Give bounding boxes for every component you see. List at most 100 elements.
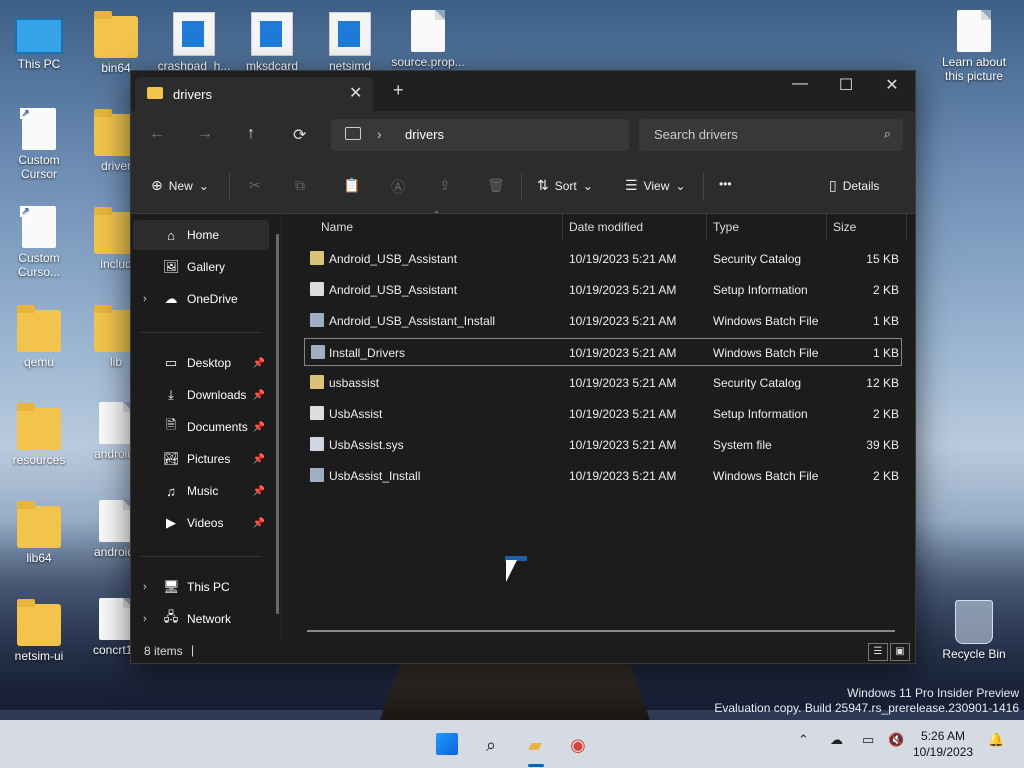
column-header-date[interactable]: Date modified (569, 220, 643, 234)
system-file-icon (310, 437, 324, 451)
copy-button[interactable]: ⧉ (295, 177, 305, 194)
rename-icon: Ⓐ (391, 179, 405, 195)
chevron-right-icon[interactable]: › (377, 126, 382, 142)
column-header-size[interactable]: Size (833, 220, 856, 234)
nav-item-videos[interactable]: ▶ Videos 📌 (133, 508, 269, 538)
table-row-selected[interactable]: Install_Drivers 10/19/2023 5:21 AM Windo… (304, 338, 902, 366)
column-divider[interactable] (562, 214, 563, 240)
nav-item-this-pc[interactable]: › 🖥 This PC (133, 572, 269, 602)
pin-icon[interactable]: 📌 (253, 422, 265, 433)
pin-icon[interactable]: 📌 (253, 454, 265, 465)
refresh-button[interactable]: ⟳ (293, 125, 306, 145)
close-button[interactable]: ✕ (869, 75, 915, 95)
rename-button[interactable]: Ⓐ (391, 177, 405, 197)
chrome-taskbar-button[interactable]: ◉ (563, 730, 593, 760)
desktop-icon-lib64[interactable]: lib64 (1, 501, 77, 565)
divider (521, 173, 522, 201)
desktop-icon-learn-about-picture[interactable]: Learn about this picture (936, 10, 1012, 83)
minimize-button[interactable]: — (777, 75, 823, 93)
chevron-right-icon[interactable]: › (143, 293, 147, 305)
desktop-icon-netsim-ui[interactable]: netsim-ui (1, 599, 77, 663)
file-explorer-taskbar-button[interactable]: ▰ (520, 730, 550, 760)
nav-item-desktop[interactable]: ▭ Desktop 📌 (133, 348, 269, 378)
details-view-button[interactable]: ☰ (868, 643, 888, 661)
onedrive-tray-icon[interactable]: ☁ (830, 732, 843, 748)
nav-item-downloads[interactable]: ⤓ Downloads 📌 (133, 380, 269, 410)
pin-icon[interactable]: 📌 (253, 390, 265, 401)
table-row[interactable]: UsbAssist_Install 10/19/2023 5:21 AM Win… (304, 462, 902, 490)
tab-close-icon[interactable]: ✕ (349, 83, 362, 103)
large-icons-view-button[interactable]: ▣ (890, 643, 910, 661)
column-divider[interactable] (826, 214, 827, 240)
new-tab-button[interactable]: + (393, 80, 404, 101)
nav-item-gallery[interactable]: 🖼 Gallery (133, 252, 269, 282)
nav-item-pictures[interactable]: 🏞 Pictures 📌 (133, 444, 269, 474)
security-catalog-icon (310, 375, 324, 389)
document-icon (411, 10, 445, 52)
taskbar-clock[interactable]: 5:26 AM 10/19/2023 (913, 728, 973, 760)
table-row[interactable]: usbassist 10/19/2023 5:21 AM Security Ca… (304, 369, 902, 397)
videos-icon: ▶ (166, 515, 176, 530)
details-pane-button[interactable]: ▯ Details (829, 177, 879, 194)
search-input[interactable]: Search drivers ⌕ (639, 119, 903, 151)
paste-button[interactable]: 📋 (343, 177, 360, 194)
network-tray-icon[interactable]: ▭ (862, 732, 874, 748)
show-hidden-icons-button[interactable]: ⌃ (798, 732, 809, 748)
pin-icon[interactable]: 📌 (253, 486, 265, 497)
desktop-icon-custom-cursor-2[interactable]: Custom Curso... (1, 206, 77, 279)
pin-icon[interactable]: 📌 (253, 518, 265, 529)
sort-button[interactable]: ⇅ Sort ⌄ (537, 177, 593, 194)
desktop-icon-source-prop[interactable]: source.prop... (390, 10, 466, 69)
desktop-icon-bin64[interactable]: bin64 (78, 11, 154, 75)
sort-up-icon: ⌃ (433, 210, 440, 219)
nav-item-network[interactable]: › 🖧 Network (133, 604, 269, 634)
desktop-icon-custom-cursor[interactable]: Custom Cursor (1, 108, 77, 181)
desktop-icon-netsimd[interactable]: netsimd (312, 12, 388, 73)
back-button[interactable]: ← (149, 125, 165, 143)
new-button[interactable]: ⊕ New ⌄ (151, 177, 209, 194)
nav-item-onedrive[interactable]: › ☁ OneDrive (133, 284, 269, 314)
see-more-button[interactable]: ••• (719, 177, 732, 191)
desktop-icon-qemu[interactable]: qemu (1, 305, 77, 369)
table-row[interactable]: Android_USB_Assistant 10/19/2023 5:21 AM… (304, 276, 902, 304)
desktop-icon-mksdcard[interactable]: mksdcard (234, 12, 310, 73)
search-taskbar-button[interactable]: ⌕ (476, 730, 506, 760)
folder-icon (17, 403, 61, 450)
table-row[interactable]: Android_USB_Assistant 10/19/2023 5:21 AM… (304, 245, 902, 273)
cut-button[interactable]: ✂ (249, 177, 261, 194)
start-button[interactable] (436, 733, 458, 755)
volume-muted-icon[interactable]: 🔇 (888, 732, 904, 748)
column-header-name[interactable]: Name (321, 220, 353, 234)
address-bar-area: ← → ↑ ⟳ › drivers Search drivers ⌕ (131, 111, 915, 159)
pin-icon[interactable]: 📌 (253, 358, 265, 369)
nav-item-home[interactable]: ⌂ Home (133, 220, 269, 250)
nav-item-documents[interactable]: 🗎 Documents 📌 (133, 412, 269, 442)
share-button[interactable]: ⇪ (439, 177, 451, 194)
nav-item-music[interactable]: ♫ Music 📌 (133, 476, 269, 506)
column-divider[interactable] (906, 214, 907, 240)
documents-icon: 🗎 (165, 417, 177, 432)
horizontal-scrollbar[interactable] (307, 630, 895, 632)
column-header-type[interactable]: Type (713, 220, 739, 234)
up-button[interactable]: ↑ (247, 125, 255, 143)
address-bar[interactable]: › drivers (331, 119, 629, 151)
table-row[interactable]: Android_USB_Assistant_Install 10/19/2023… (304, 307, 902, 335)
chevron-right-icon[interactable]: › (143, 581, 147, 593)
desktop-icon-this-pc[interactable]: This PC (1, 12, 77, 71)
table-row[interactable]: UsbAssist.sys 10/19/2023 5:21 AM System … (304, 431, 902, 459)
tab-drivers[interactable]: drivers ✕ (135, 77, 373, 111)
forward-button[interactable]: → (197, 125, 213, 143)
desktop-icon-resources[interactable]: resources (1, 403, 77, 467)
column-divider[interactable] (706, 214, 707, 240)
notification-bell-icon[interactable]: 🔔 (988, 732, 1004, 748)
view-button[interactable]: ☰ View ⌄ (625, 177, 685, 194)
breadcrumb[interactable]: drivers (405, 127, 444, 142)
chevron-right-icon[interactable]: › (143, 613, 147, 625)
nav-scrollbar[interactable] (276, 234, 279, 614)
desktop-icon-recycle-bin[interactable]: Recycle Bin (936, 600, 1012, 661)
desktop-icon-crashpad[interactable]: crashpad_h... (156, 12, 232, 73)
this-pc-icon (345, 127, 361, 140)
table-row[interactable]: UsbAssist 10/19/2023 5:21 AM Setup Infor… (304, 400, 902, 428)
maximize-button[interactable]: ☐ (823, 75, 869, 95)
delete-button[interactable]: 🗑 (487, 177, 505, 194)
